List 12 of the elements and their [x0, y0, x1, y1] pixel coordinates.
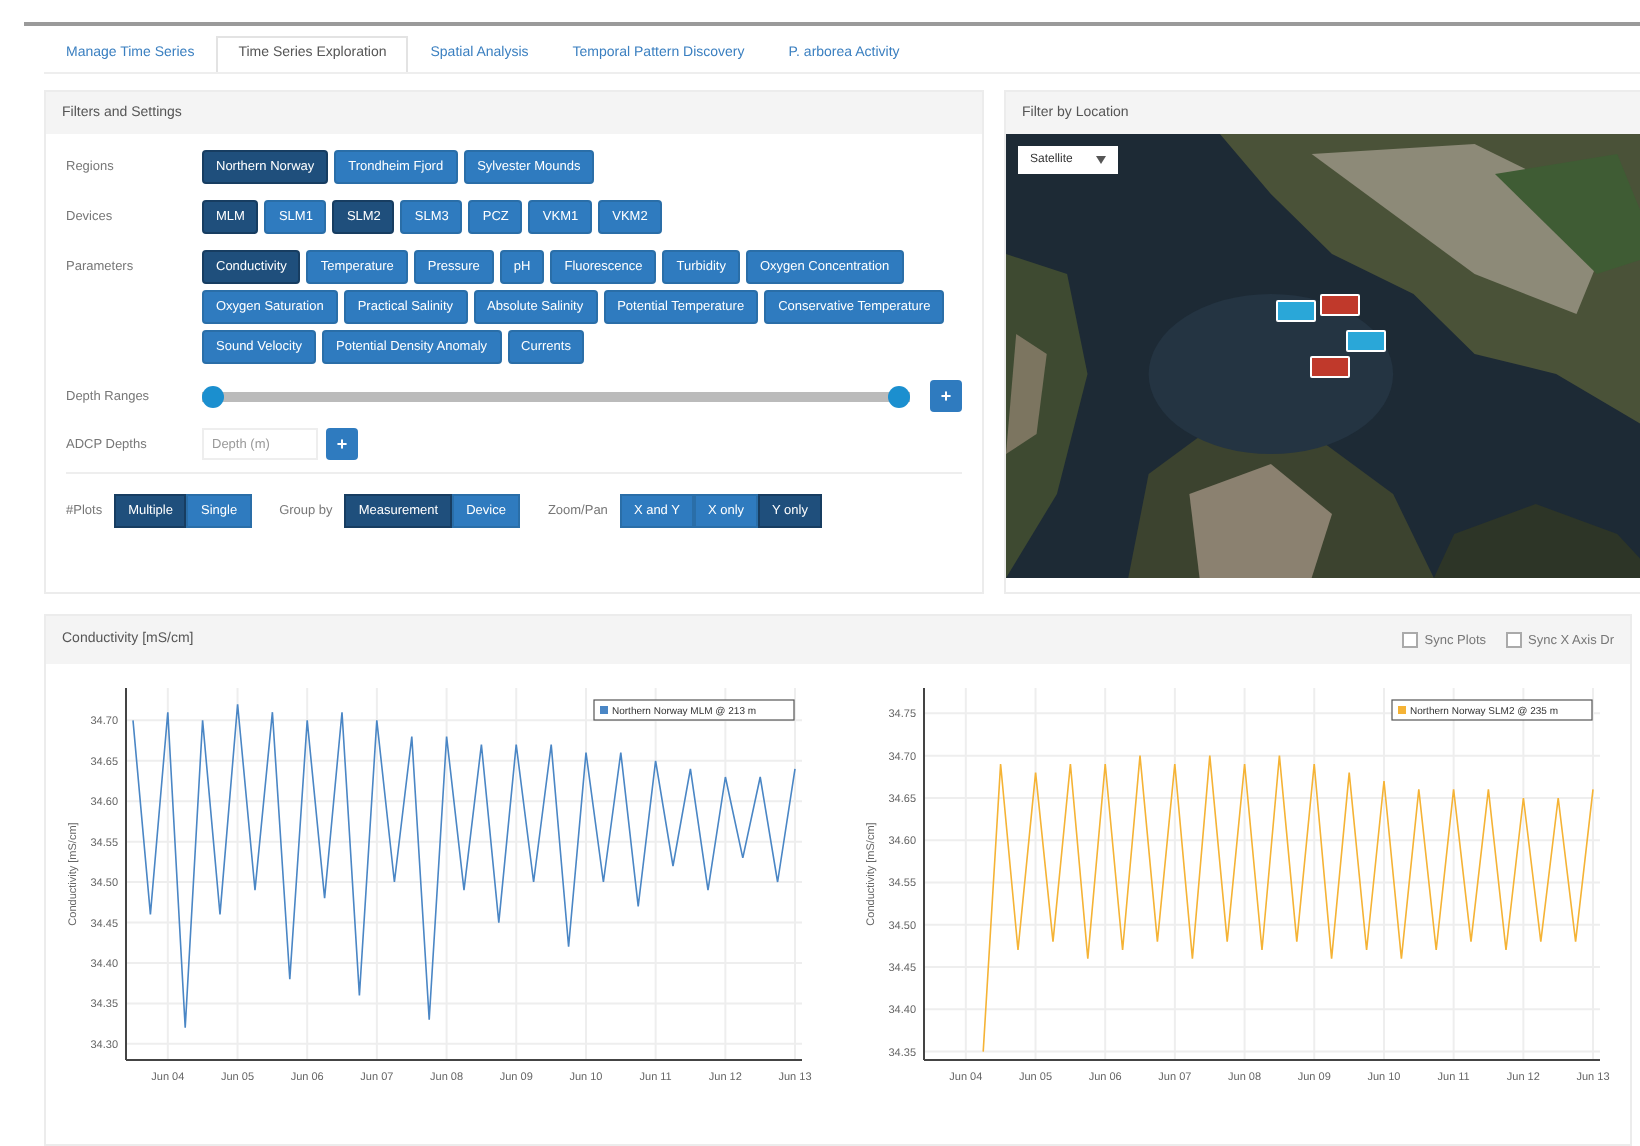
add-button[interactable]: + [326, 428, 358, 460]
add-button[interactable]: + [930, 380, 962, 412]
slider-handle[interactable] [202, 385, 224, 407]
caret-icon [1096, 156, 1106, 164]
legend-swatch [600, 706, 608, 714]
map-marker-icon[interactable] [1320, 294, 1360, 316]
slider-handle[interactable] [888, 385, 910, 407]
map-marker-icon[interactable] [1276, 300, 1316, 322]
map-marker-icon[interactable] [1346, 330, 1386, 352]
map-marker-icon[interactable] [1310, 356, 1350, 378]
legend-swatch [1398, 706, 1406, 714]
range-slider[interactable] [202, 385, 910, 407]
